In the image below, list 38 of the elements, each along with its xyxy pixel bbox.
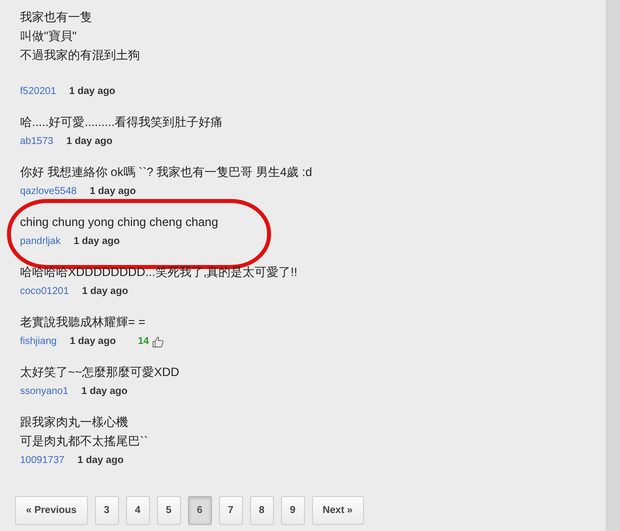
page-button[interactable]: Next » — [312, 496, 364, 525]
comment-time: 1 day ago — [82, 286, 128, 297]
comment-time: 1 day ago — [69, 86, 116, 97]
page-button[interactable]: 9 — [280, 496, 305, 525]
thumbs-up-icon[interactable] — [152, 336, 164, 348]
comment-text: 跟我家肉丸一樣心機 — [20, 414, 129, 431]
username-link[interactable]: qazlove5548 — [20, 186, 77, 197]
page-button[interactable]: 8 — [250, 496, 274, 525]
page-button[interactable]: 6 — [188, 496, 212, 525]
username-link[interactable]: ab1573 — [20, 136, 54, 147]
comment-time: 1 day ago — [78, 455, 124, 466]
comment-time: 1 day ago — [66, 136, 113, 147]
page-button[interactable]: « Previous — [15, 496, 88, 525]
comment-text: 叫做"寶貝" — [20, 28, 78, 45]
page-button[interactable]: 7 — [218, 496, 243, 525]
comment-time: 1 day ago — [81, 386, 128, 397]
username-link[interactable]: fishjiang — [20, 336, 57, 347]
username-link[interactable]: coco01201 — [20, 286, 69, 297]
comment-time: 1 day ago — [74, 236, 120, 247]
comment-text: ching chung yong ching cheng chang — [20, 214, 220, 231]
username-link[interactable]: f520201 — [20, 86, 56, 97]
page-button[interactable]: 5 — [156, 496, 181, 525]
comment-text: 哈.....好可愛.........看得我笑到肚子好痛 — [20, 114, 224, 131]
comment-text: 不過我家的有混到土狗 — [20, 47, 141, 64]
page-button[interactable]: 4 — [126, 496, 150, 525]
comment-text: 可是肉丸都不太搖尾巴`` — [20, 433, 149, 450]
username-link[interactable]: ssonyano1 — [20, 386, 68, 397]
comment-time: 1 day ago — [90, 186, 136, 197]
comment-text: 太好笑了~~怎麼那麼可愛XDD — [20, 364, 180, 381]
comment-text: 你好 我想連絡你 ok嗎 ``? 我家也有一隻巴哥 男生4歲 :d — [20, 164, 314, 181]
comment-text: 老實說我聽成林耀輝= = — [20, 314, 146, 331]
comment-time: 1 day ago — [70, 336, 116, 347]
comment-text: 哈哈哈哈XDDDDDDDD...笑死我了,真的是太可愛了!! — [20, 264, 298, 281]
like-count: 14 — [138, 336, 149, 347]
username-link[interactable]: 10091737 — [20, 455, 64, 466]
username-link[interactable]: pandrljak — [20, 236, 61, 247]
comment-text: 我家也有一隻 — [20, 9, 93, 26]
page-button[interactable]: 3 — [94, 496, 119, 525]
